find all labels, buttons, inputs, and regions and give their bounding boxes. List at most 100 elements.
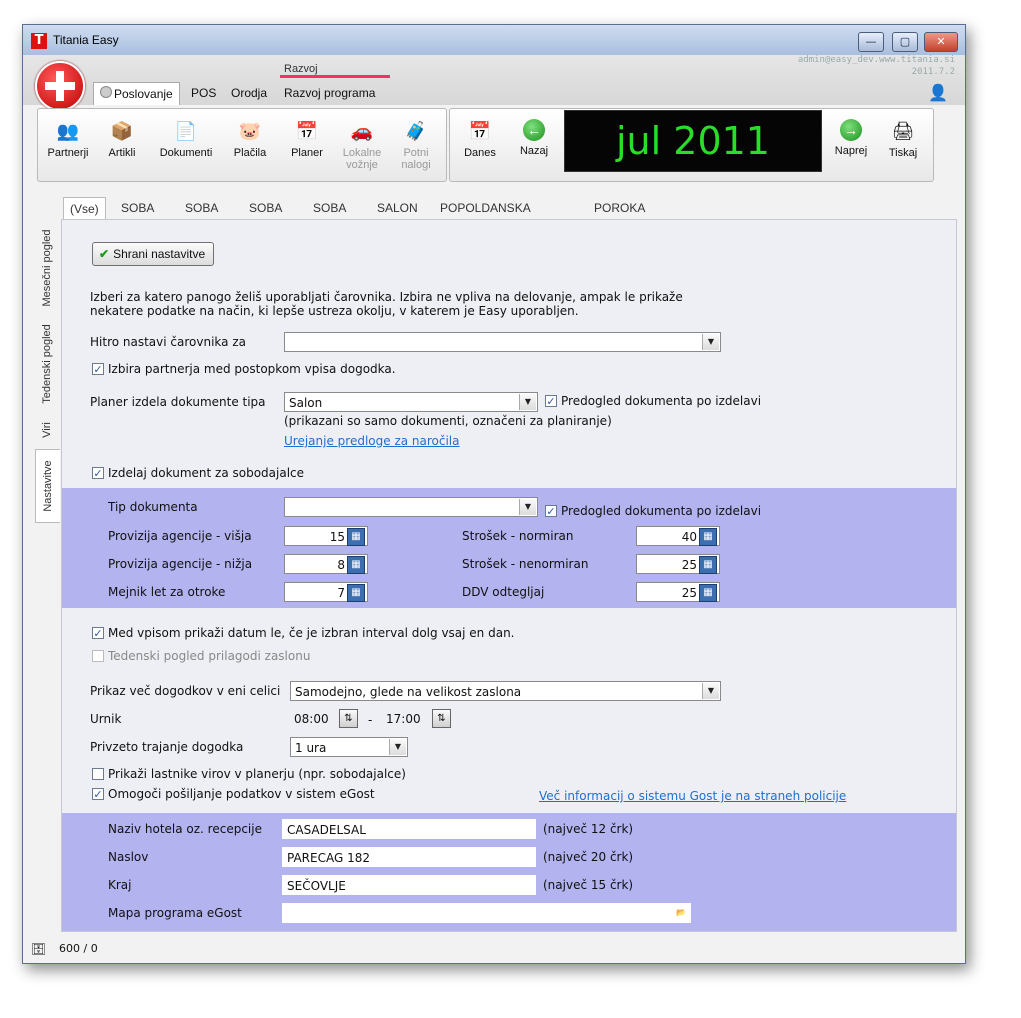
- sidetab-mesecni-pogled[interactable]: Mesečni pogled: [35, 221, 59, 315]
- hotel-label: Naziv hotela oz. recepcije: [108, 822, 262, 836]
- sidetab-nastavitve[interactable]: Nastavitve: [35, 449, 60, 523]
- naprej-button[interactable]: → Naprej: [823, 119, 879, 157]
- hotel-input[interactable]: CASADELSAL: [282, 819, 536, 839]
- prov-nizja-input[interactable]: 8 ▦: [284, 554, 368, 574]
- date-checkbox[interactable]: ✓: [92, 627, 104, 639]
- multi-label: Prikaz več dogodkov v eni celici: [90, 684, 281, 698]
- sidetab-label: Mesečni pogled: [41, 229, 53, 307]
- folder-open-icon[interactable]: 📂: [673, 905, 689, 921]
- preview-checkbox-2[interactable]: ✓: [545, 505, 557, 517]
- owners-checkbox[interactable]: [92, 768, 104, 780]
- sobodajalci-checkbox[interactable]: ✓: [92, 467, 104, 479]
- payments-icon: 🐷: [238, 121, 262, 141]
- calculator-icon[interactable]: ▦: [699, 584, 717, 602]
- potni-nalogi-button[interactable]: 🧳 Potni nalogi: [388, 119, 444, 171]
- chevron-down-icon: ▼: [702, 334, 719, 350]
- subtab-popoldanska-malica[interactable]: POPOLDANSKA MALICA: [434, 197, 536, 237]
- calculator-icon[interactable]: ▦: [347, 528, 365, 546]
- mejnik-label: Mejnik let za otroke: [108, 585, 226, 599]
- intro-text-2: nekatere podatke na način, ki lepše ustr…: [90, 304, 579, 318]
- urnik-to-input[interactable]: 17:00: [382, 709, 430, 729]
- planer-doc-select[interactable]: Salon ▼: [284, 392, 538, 412]
- artikli-button[interactable]: 📦 Artikli: [94, 119, 150, 159]
- lokalne-voznje-button[interactable]: 🚗 Lokalne vožnje: [334, 119, 390, 171]
- arrow-left-icon: ←: [523, 119, 545, 141]
- arrow-right-icon: →: [840, 119, 862, 141]
- dokumenti-button[interactable]: 📄 Dokumenti: [158, 119, 214, 159]
- chevron-down-icon: ▼: [519, 394, 536, 410]
- duration-select[interactable]: 1 ura ▼: [290, 737, 408, 757]
- subtab-soba-4[interactable]: SOBA 4: [307, 197, 352, 237]
- egost-checkbox[interactable]: ✓: [92, 788, 104, 800]
- tab-poslovanje[interactable]: Poslovanje: [93, 82, 180, 105]
- tab-pos[interactable]: POS: [185, 82, 222, 104]
- articles-icon: 📦: [110, 121, 134, 141]
- placila-button[interactable]: 🐷 Plačila: [222, 119, 278, 159]
- close-button[interactable]: ✕: [924, 32, 958, 52]
- save-settings-button[interactable]: ✔ Shrani nastavitve: [92, 242, 215, 266]
- subtab-soba-3[interactable]: SOBA 3: [243, 197, 288, 237]
- main-toolbar: 👥 Partnerji 📦 Artikli 📄 Dokumenti 🐷 Plačila …: [37, 108, 447, 182]
- egost-info-link[interactable]: Več informacij o sistemu Gost je na stra…: [539, 789, 846, 803]
- chevron-down-icon: ▼: [702, 683, 719, 699]
- partnerji-button[interactable]: 👥 Partnerji: [40, 119, 96, 159]
- prov-visja-input[interactable]: 15 ▦: [284, 526, 368, 546]
- edit-templates-link[interactable]: Urejanje predloge za naročila: [284, 434, 460, 448]
- tip-dok-select[interactable]: ▼: [284, 497, 538, 517]
- subtab-vse[interactable]: (Vse): [63, 197, 106, 220]
- subtab-soba-2[interactable]: SOBA 2: [179, 197, 224, 237]
- multi-select[interactable]: Samodejno, glede na velikost zaslona ▼: [290, 681, 721, 701]
- mapa-input[interactable]: 📂: [282, 903, 691, 923]
- mejnik-input[interactable]: 7 ▦: [284, 582, 368, 602]
- user-icon[interactable]: 👤: [928, 82, 948, 104]
- strosek-norm-input[interactable]: 40 ▦: [636, 526, 720, 546]
- app-logo[interactable]: [35, 61, 85, 111]
- strosek-nenorm-value: 25: [681, 558, 697, 572]
- ddv-input[interactable]: 25 ▦: [636, 582, 720, 602]
- ddv-label: DDV odtegljaj: [462, 585, 545, 599]
- subtab-poroka-sobe[interactable]: POROKA SOBE: [588, 197, 651, 237]
- user-info: admin@easy_dev.www.titania.si 2011.7.2: [798, 54, 955, 78]
- urnik-from-spinner[interactable]: ⇅: [339, 709, 358, 728]
- wizard-select[interactable]: ▼: [284, 332, 721, 352]
- planer-button[interactable]: 📅 Planer: [279, 119, 335, 159]
- urnik-from-input[interactable]: 08:00: [290, 709, 338, 729]
- weekly-fit-checkbox[interactable]: [92, 650, 104, 662]
- urnik-to-spinner[interactable]: ⇅: [432, 709, 451, 728]
- status-text: 600 / 0: [59, 942, 98, 955]
- tiskaj-button[interactable]: 🖨 Tiskaj: [875, 119, 931, 159]
- danes-button[interactable]: 📅 Danes: [452, 119, 508, 159]
- preview-checkbox[interactable]: ✓: [545, 395, 557, 407]
- sidetab-label: Viri: [41, 422, 53, 438]
- calculator-icon[interactable]: ▦: [699, 556, 717, 574]
- planer-doc-value: Salon: [289, 396, 323, 410]
- ddv-value: 25: [681, 586, 697, 600]
- nazaj-label: Nazaj: [519, 145, 549, 157]
- wizard-label: Hitro nastavi čarovnika za: [90, 335, 246, 349]
- strosek-nenorm-label: Strošek - nenormiran: [462, 557, 589, 571]
- dokumenti-label: Dokumenti: [159, 147, 213, 159]
- calculator-icon[interactable]: ▦: [347, 556, 365, 574]
- save-settings-label: Shrani nastavitve: [113, 247, 206, 261]
- tab-label: Poslovanje: [114, 87, 173, 101]
- prov-nizja-value: 8: [337, 558, 345, 572]
- nazaj-button[interactable]: ← Nazaj: [506, 119, 562, 157]
- calculator-icon[interactable]: ▦: [347, 584, 365, 602]
- maximize-button[interactable]: ▢: [892, 32, 918, 52]
- check-icon: ✔: [99, 247, 110, 261]
- naslov-input[interactable]: PARECAG 182: [282, 847, 536, 867]
- partner-checkbox[interactable]: ✓: [92, 363, 104, 375]
- tab-razvoj-programa[interactable]: Razvoj programa: [278, 82, 381, 104]
- calculator-icon[interactable]: ▦: [699, 528, 717, 546]
- minimize-button[interactable]: —: [858, 32, 884, 52]
- sidetab-tedenski-pogled[interactable]: Tedenski pogled: [35, 317, 59, 411]
- sidetab-viri[interactable]: Viri: [35, 413, 59, 447]
- subtab-salon[interactable]: SALON: [371, 197, 424, 219]
- kraj-input[interactable]: SEČOVLJE: [282, 875, 536, 895]
- prov-visja-value: 15: [329, 530, 345, 544]
- tab-orodja[interactable]: Orodja: [225, 82, 273, 104]
- strosek-nenorm-input[interactable]: 25 ▦: [636, 554, 720, 574]
- subtab-soba-1[interactable]: SOBA 1: [115, 197, 160, 237]
- mejnik-value: 7: [337, 586, 345, 600]
- egost-check-label: Omogoči pošiljanje podatkov v sistem eGo…: [108, 787, 375, 801]
